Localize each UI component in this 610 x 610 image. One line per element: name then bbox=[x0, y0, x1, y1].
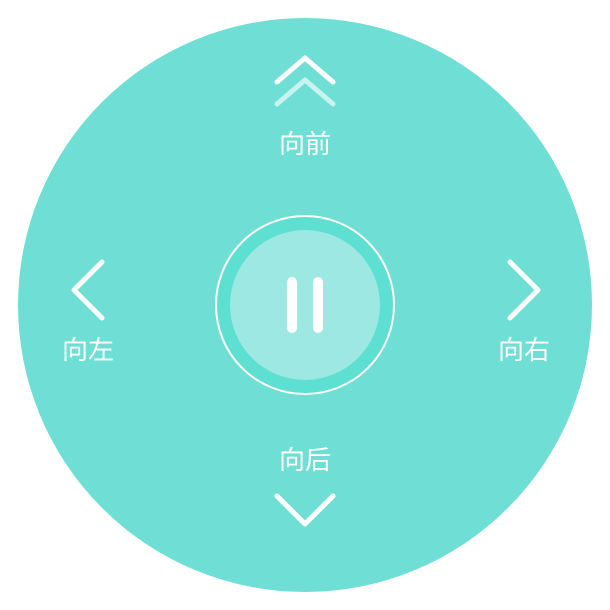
pause-bar-right bbox=[313, 277, 323, 333]
direction-controller: 向前 向左 向右 向后 bbox=[0, 0, 610, 610]
pause-bar-left bbox=[287, 277, 297, 333]
chevron-left-icon bbox=[68, 258, 108, 322]
chevron-right-icon bbox=[504, 258, 544, 322]
left-label: 向左 bbox=[61, 336, 114, 366]
backward-button[interactable]: 向后 bbox=[255, 448, 355, 552]
chevron-down-icon bbox=[273, 490, 337, 530]
pause-button[interactable] bbox=[215, 215, 395, 395]
double-chevron-up-icon bbox=[273, 52, 337, 110]
right-button[interactable]: 向右 bbox=[484, 258, 564, 378]
left-button[interactable]: 向左 bbox=[48, 258, 128, 378]
forward-label: 向前 bbox=[278, 130, 331, 160]
backward-label: 向后 bbox=[278, 446, 331, 476]
right-label: 向右 bbox=[497, 336, 550, 366]
pause-icon bbox=[230, 230, 380, 380]
forward-button[interactable]: 向前 bbox=[255, 52, 355, 170]
